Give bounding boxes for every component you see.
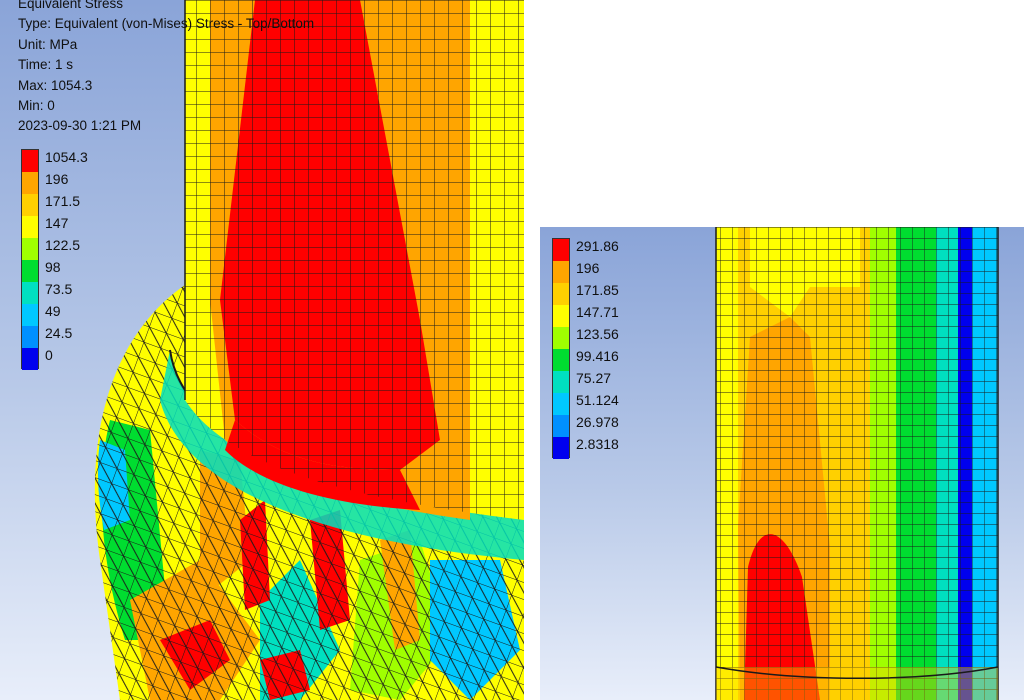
left-viewport[interactable]: Equivalent Stress Type: Equivalent (von-… (0, 0, 524, 700)
legend-label: 49 (45, 303, 61, 319)
legend-label: 24.5 (45, 325, 73, 341)
legend-label: 123.56 (576, 326, 619, 342)
result-title: Equivalent Stress (18, 0, 124, 11)
legend-label: 1054.3 (45, 149, 88, 165)
legend-label: 122.5 (45, 237, 81, 253)
result-type: Type: Equivalent (von-Mises) Stress - To… (18, 16, 315, 32)
legend-label: 0 (45, 347, 53, 363)
legend-color-bar (552, 238, 570, 459)
column-body (715, 227, 999, 700)
legend-label: 51.124 (576, 392, 619, 408)
result-min: Min: 0 (18, 98, 55, 114)
result-info-block: Equivalent Stress Type: Equivalent (von-… (18, 0, 314, 137)
legend-label: 147 (45, 215, 69, 231)
legend-label: 73.5 (45, 281, 73, 297)
legend-label: 196 (576, 260, 600, 276)
legend-label: 147.71 (576, 304, 619, 320)
result-unit: Unit: MPa (18, 36, 78, 52)
result-timestamp: 2023-09-30 1:21 PM (18, 118, 142, 134)
legend-label: 98 (45, 259, 61, 275)
legend-label: 75.27 (576, 370, 612, 386)
result-max: Max: 1054.3 (18, 77, 93, 93)
legend-label: 99.416 (576, 348, 619, 364)
result-time: Time: 1 s (18, 57, 74, 73)
legend-label: 171.5 (45, 193, 81, 209)
legend-label: 196 (45, 171, 69, 187)
legend-label: 291.86 (576, 238, 619, 254)
legend-label: 26.978 (576, 414, 619, 430)
legend-color-bar (21, 149, 39, 370)
right-viewport[interactable]: 291.86 196 171.85 147.71 123.56 99.416 7… (540, 227, 1024, 700)
legend-label: 2.8318 (576, 436, 619, 452)
legend-label: 171.85 (576, 282, 619, 298)
